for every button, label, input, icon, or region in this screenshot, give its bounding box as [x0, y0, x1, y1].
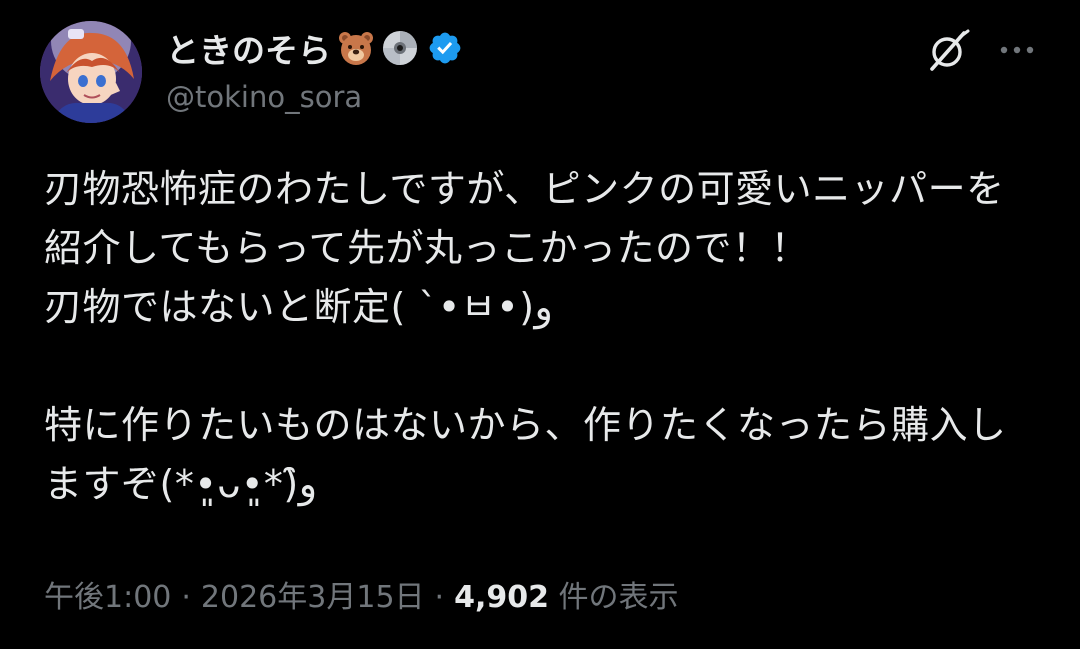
meta-separator: ·	[181, 580, 191, 615]
verified-badge-icon[interactable]	[427, 30, 463, 66]
tweet-detail: ときのそら @tokino_sora 刃物恐怖症のわたしですが、ピンクの可愛いニ…	[0, 0, 1080, 649]
views-count: 4,902	[454, 580, 549, 615]
display-name[interactable]: ときのそら	[166, 24, 331, 72]
name-row: ときのそら	[166, 24, 463, 72]
views[interactable]: 4,902 件の表示	[454, 572, 678, 616]
tweet-time[interactable]: 午後1:00	[44, 572, 171, 616]
user-handle[interactable]: @tokino_sora	[166, 80, 362, 114]
tweet-date[interactable]: 2026年3月15日	[201, 572, 425, 616]
meta-separator: ·	[434, 580, 445, 615]
bear-face-emoji	[337, 29, 375, 67]
more-options-icon[interactable]	[994, 32, 1040, 68]
tweet-text: 刃物恐怖症のわたしですが、ピンクの可愛いニッパーを紹介してもらって先が丸っこかっ…	[44, 167, 1007, 506]
dvd-disc-emoji	[381, 29, 419, 67]
views-label: 件の表示	[558, 580, 679, 615]
avatar-image	[40, 21, 142, 123]
tweet-meta: 午後1:00 · 2026年3月15日 · 4,902 件の表示	[44, 572, 679, 616]
avatar[interactable]	[40, 21, 142, 123]
grok-icon[interactable]	[924, 27, 972, 75]
